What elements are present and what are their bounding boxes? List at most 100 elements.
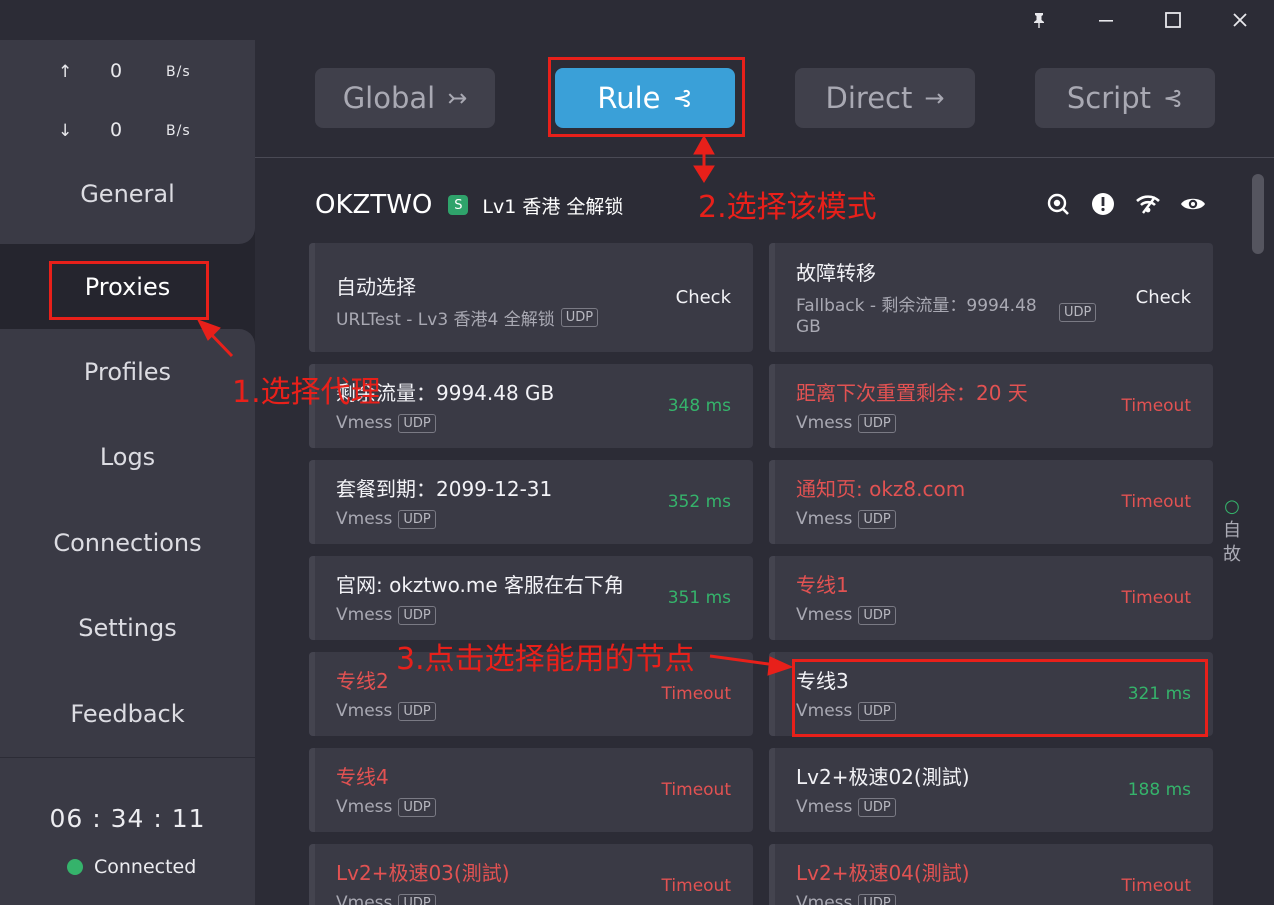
latency[interactable]: 351 ms bbox=[668, 588, 731, 608]
alert-icon[interactable] bbox=[1080, 190, 1125, 218]
latency[interactable]: Timeout bbox=[1122, 396, 1191, 416]
proxy-card[interactable]: 自动选择 URLTest - Lv3 香港4 全解锁 UDP Check bbox=[309, 243, 753, 352]
proxy-name: 通知页: okz8.com bbox=[796, 477, 966, 501]
scrollbar-thumb[interactable] bbox=[1252, 174, 1264, 254]
proxy-card[interactable]: 专线4 Vmess UDP Timeout bbox=[309, 748, 753, 832]
udp-badge: UDP bbox=[858, 413, 896, 433]
proxy-type-label: Vmess bbox=[796, 413, 853, 433]
check-button[interactable]: Check bbox=[676, 287, 731, 308]
proxy-type: Vmess UDP bbox=[796, 509, 896, 529]
proxy-card[interactable]: Lv2+极速04(測試) Vmess UDP Timeout bbox=[769, 844, 1213, 905]
latency[interactable]: Timeout bbox=[662, 780, 731, 800]
minimize-icon[interactable] bbox=[1086, 4, 1126, 36]
mode-direct-button[interactable]: Direct → bbox=[795, 68, 975, 128]
sidebar-item-general[interactable]: General bbox=[0, 180, 255, 208]
mode-label: Direct bbox=[825, 81, 913, 115]
proxy-name: 套餐到期：2099-12-31 bbox=[336, 477, 553, 501]
sidebar: ↑ 0 B/s ↓ 0 B/s General Proxies Profiles… bbox=[0, 40, 255, 905]
proxy-type: Vmess UDP bbox=[796, 413, 896, 433]
proxy-type: Fallback - 剩余流量：9994.48 bbox=[796, 291, 1037, 316]
udp-badge-wrap: UDP bbox=[1053, 303, 1097, 322]
udp-badge: UDP bbox=[858, 509, 896, 529]
proxy-card[interactable]: 距离下次重置剩余：20 天 Vmess UDP Timeout bbox=[769, 364, 1213, 448]
sidebar-item-connections[interactable]: Connections bbox=[0, 529, 255, 557]
status-label: Connected bbox=[94, 856, 197, 878]
main-panel: Global ↣ Rule ⊰ Direct → Script ⊰ OKZTWO… bbox=[255, 40, 1274, 905]
download-unit: B/s bbox=[166, 123, 191, 139]
proxy-type-wrap: GB bbox=[796, 317, 821, 337]
proxy-type-label: Vmess bbox=[336, 605, 393, 625]
proxy-type: Vmess UDP bbox=[336, 701, 436, 721]
proxy-name: 专线1 bbox=[796, 573, 849, 597]
udp-badge: UDP bbox=[398, 893, 436, 905]
proxy-type: Vmess UDP bbox=[336, 893, 436, 905]
card-edge bbox=[769, 243, 775, 352]
annotation-step1: 1.选择代理 bbox=[232, 375, 381, 410]
proxy-card[interactable]: 故障转移 Fallback - 剩余流量：9994.48 GB UDP Chec… bbox=[769, 243, 1213, 352]
card-edge bbox=[769, 364, 775, 448]
latency[interactable]: Timeout bbox=[1122, 588, 1191, 608]
udp-badge: UDP bbox=[398, 701, 436, 721]
mode-switcher: Global ↣ Rule ⊰ Direct → Script ⊰ bbox=[255, 40, 1274, 158]
index-letter[interactable]: 故 bbox=[1221, 543, 1243, 567]
connection-status: Connected bbox=[67, 856, 196, 878]
check-button[interactable]: Check bbox=[1136, 287, 1191, 308]
mode-global-button[interactable]: Global ↣ bbox=[315, 68, 495, 128]
latency[interactable]: 188 ms bbox=[1128, 780, 1191, 800]
proxy-type-label: Fallback - 剩余流量：9994.48 bbox=[796, 296, 1037, 316]
proxy-group-header[interactable]: OKZTWO S Lv1 香港 全解锁 bbox=[315, 185, 623, 225]
sidebar-item-profiles[interactable]: Profiles bbox=[0, 358, 255, 386]
proxy-card[interactable]: 套餐到期：2099-12-31 Vmess UDP 352 ms bbox=[309, 460, 753, 544]
proxy-type-label: URLTest - Lv3 香港4 全解锁 bbox=[336, 310, 555, 330]
uptime-clock: 06 : 34 : 11 bbox=[49, 804, 206, 833]
udp-badge: UDP bbox=[398, 605, 436, 625]
search-icon[interactable] bbox=[1035, 190, 1080, 218]
proxy-type-label: Vmess bbox=[796, 605, 853, 625]
mode-script-button[interactable]: Script ⊰ bbox=[1035, 68, 1215, 128]
proxy-type: Vmess UDP bbox=[336, 413, 436, 433]
card-edge bbox=[769, 844, 775, 905]
proxy-card[interactable]: Lv2+极速02(測試) Vmess UDP 188 ms bbox=[769, 748, 1213, 832]
sidebar-item-feedback[interactable]: Feedback bbox=[0, 700, 255, 728]
proxy-name: Lv2+极速03(測試) bbox=[336, 861, 510, 885]
maximize-icon[interactable] bbox=[1153, 4, 1193, 36]
proxy-type-label: GB bbox=[796, 317, 821, 337]
close-icon[interactable] bbox=[1220, 4, 1260, 36]
pin-icon[interactable] bbox=[1019, 4, 1059, 36]
card-edge bbox=[309, 748, 315, 832]
card-edge bbox=[309, 243, 315, 352]
proxy-type: URLTest - Lv3 香港4 全解锁 UDP bbox=[336, 305, 599, 330]
latency[interactable]: Timeout bbox=[1122, 876, 1191, 896]
card-edge bbox=[309, 652, 315, 736]
index-circle[interactable]: ○ bbox=[1221, 495, 1243, 519]
proxy-type-label: Vmess bbox=[796, 797, 853, 817]
card-edge bbox=[769, 652, 775, 736]
proxy-card[interactable]: 官网: okztwo.me 客服在右下角 Vmess UDP 351 ms bbox=[309, 556, 753, 640]
annotation-box-rule bbox=[548, 57, 745, 137]
eye-icon[interactable] bbox=[1170, 190, 1215, 218]
proxy-name: 专线4 bbox=[336, 765, 389, 789]
proxy-card[interactable]: Lv2+极速03(測試) Vmess UDP Timeout bbox=[309, 844, 753, 905]
download-value: 0 bbox=[110, 119, 123, 141]
latency[interactable]: Timeout bbox=[1122, 492, 1191, 512]
proxy-name: 自动选择 bbox=[336, 275, 416, 299]
latency[interactable]: 352 ms bbox=[668, 492, 731, 512]
proxy-name: Lv2+极速02(測試) bbox=[796, 765, 970, 789]
card-edge bbox=[309, 460, 315, 544]
sidebar-top-panel: ↑ 0 B/s ↓ 0 B/s General bbox=[0, 40, 255, 244]
card-edge bbox=[309, 556, 315, 640]
mode-label: Script bbox=[1066, 81, 1151, 115]
latency[interactable]: 348 ms bbox=[668, 396, 731, 416]
group-index: ○ 自 故 bbox=[1221, 495, 1243, 567]
annotation-box-node bbox=[792, 659, 1208, 737]
index-letter[interactable]: 自 bbox=[1221, 519, 1243, 543]
wifi-icon[interactable] bbox=[1125, 190, 1170, 218]
sidebar-item-logs[interactable]: Logs bbox=[0, 443, 255, 471]
sidebar-item-settings[interactable]: Settings bbox=[0, 614, 255, 642]
latency[interactable]: Timeout bbox=[662, 684, 731, 704]
proxy-card[interactable]: 通知页: okz8.com Vmess UDP Timeout bbox=[769, 460, 1213, 544]
proxy-card[interactable]: 专线1 Vmess UDP Timeout bbox=[769, 556, 1213, 640]
card-edge bbox=[769, 556, 775, 640]
proxy-type: Vmess UDP bbox=[336, 797, 436, 817]
latency[interactable]: Timeout bbox=[662, 876, 731, 896]
